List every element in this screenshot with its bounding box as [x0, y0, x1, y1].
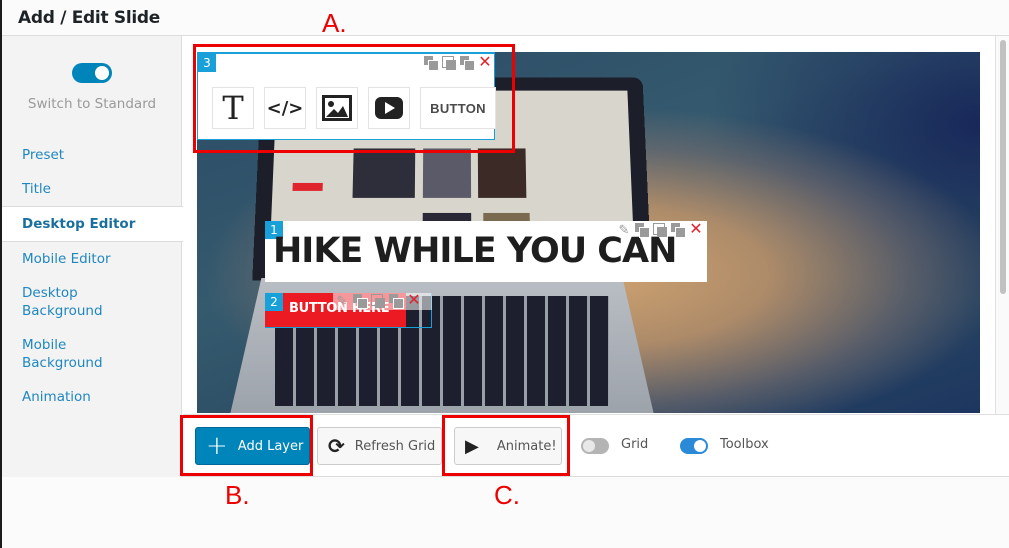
annotation-label-a: A. [322, 8, 347, 38]
sidebar-item-desktop-editor[interactable]: Desktop Editor [2, 206, 183, 242]
toggle-knob [95, 66, 109, 80]
toggle-knob [583, 440, 595, 452]
switch-to-standard-label: Switch to Standard [27, 96, 157, 112]
text-layer-button[interactable]: T [212, 87, 254, 129]
sidebar-item-preset[interactable]: Preset [2, 138, 183, 172]
editor-toolbar: + Add Layer ⟳ Refresh Grid ▶ Animate! Gr… [183, 414, 1009, 476]
sidebar-item-mobile-background[interactable]: Mobile Background [2, 328, 132, 380]
grid-label: Grid [621, 437, 649, 452]
layer-controls: ✕ [424, 55, 492, 71]
play-icon [375, 97, 403, 119]
page-title: Add / Edit Slide [18, 8, 160, 28]
duplicate-icon[interactable] [371, 294, 385, 308]
header: Add / Edit Slide [2, 0, 1009, 36]
refresh-icon: ⟳ [328, 434, 345, 458]
stage-scrollbar[interactable] [995, 36, 1009, 414]
copy-icon[interactable] [635, 223, 650, 238]
button-layer-button[interactable]: BUTTON [420, 87, 496, 129]
toolbox-label: Toolbox [720, 437, 769, 452]
duplicate-icon[interactable] [442, 56, 456, 70]
animate-label: Animate! [496, 438, 557, 454]
code-icon: </> [266, 97, 304, 119]
grid-toggle[interactable] [581, 438, 609, 454]
layer-type-tools: T </> BUTTON [212, 87, 496, 129]
annotation-label-b: B. [225, 480, 250, 510]
layer-controls: ✎ ✕ [617, 222, 703, 238]
layer-2-button[interactable]: BUTTON HERE 2 ✎ ✕ [265, 293, 432, 328]
toolbox-toggle[interactable] [680, 438, 708, 454]
edit-icon[interactable]: ✎ [617, 223, 631, 237]
layer-1-headline[interactable]: 1 HIKE WHILE YOU CAN ✎ ✕ [265, 221, 707, 282]
layer-controls: ✎ ✕ [335, 293, 421, 309]
slide-editor-panel: Switch to Standard Preset Title Desktop … [2, 36, 1009, 477]
close-icon[interactable]: ✕ [407, 293, 421, 309]
clone-icon[interactable] [460, 56, 475, 71]
switch-to-standard-toggle[interactable] [72, 63, 112, 83]
close-icon[interactable]: ✕ [478, 55, 492, 71]
text-icon: T [222, 89, 244, 127]
play-icon: ▶ [465, 435, 479, 457]
refresh-grid-label: Refresh Grid [354, 438, 436, 454]
layer-number-badge: 2 [265, 293, 283, 311]
clone-icon[interactable] [671, 223, 686, 238]
image-layer-button[interactable] [316, 87, 358, 129]
sidebar-item-mobile-editor[interactable]: Mobile Editor [2, 242, 183, 276]
copy-icon[interactable] [353, 294, 368, 309]
image-icon [322, 95, 352, 121]
add-layer-button[interactable]: + Add Layer [195, 427, 310, 465]
refresh-grid-button[interactable]: ⟳ Refresh Grid [317, 427, 442, 465]
clone-icon[interactable] [389, 294, 404, 309]
add-layer-label: Add Layer [237, 438, 304, 454]
annotation-label-c: C. [494, 480, 520, 510]
headline-text: HIKE WHILE YOU CAN [273, 231, 677, 271]
edit-icon[interactable]: ✎ [335, 294, 349, 308]
animate-button[interactable]: ▶ Animate! [454, 427, 562, 465]
sidebar-item-animation[interactable]: Animation [2, 380, 183, 414]
plus-icon: + [206, 431, 228, 461]
sidebar: Switch to Standard Preset Title Desktop … [2, 36, 183, 477]
video-layer-button[interactable] [368, 87, 410, 129]
page: Add / Edit Slide Switch to Standard Pres… [0, 0, 1009, 548]
layer-number-badge: 3 [198, 54, 216, 72]
close-icon[interactable]: ✕ [689, 222, 703, 238]
toggle-knob [694, 440, 706, 452]
sidebar-item-desktop-background[interactable]: Desktop Background [2, 276, 132, 328]
html-layer-button[interactable]: </> [264, 87, 306, 129]
copy-icon[interactable] [424, 56, 439, 71]
sidebar-nav: Preset Title Desktop Editor Mobile Edito… [2, 138, 183, 414]
sidebar-item-title[interactable]: Title [2, 172, 183, 206]
layer-3-toolbox[interactable]: 3 ✕ T </> BUTTON [197, 52, 496, 140]
scrollbar-thumb[interactable] [1000, 40, 1006, 294]
duplicate-icon[interactable] [653, 223, 667, 237]
